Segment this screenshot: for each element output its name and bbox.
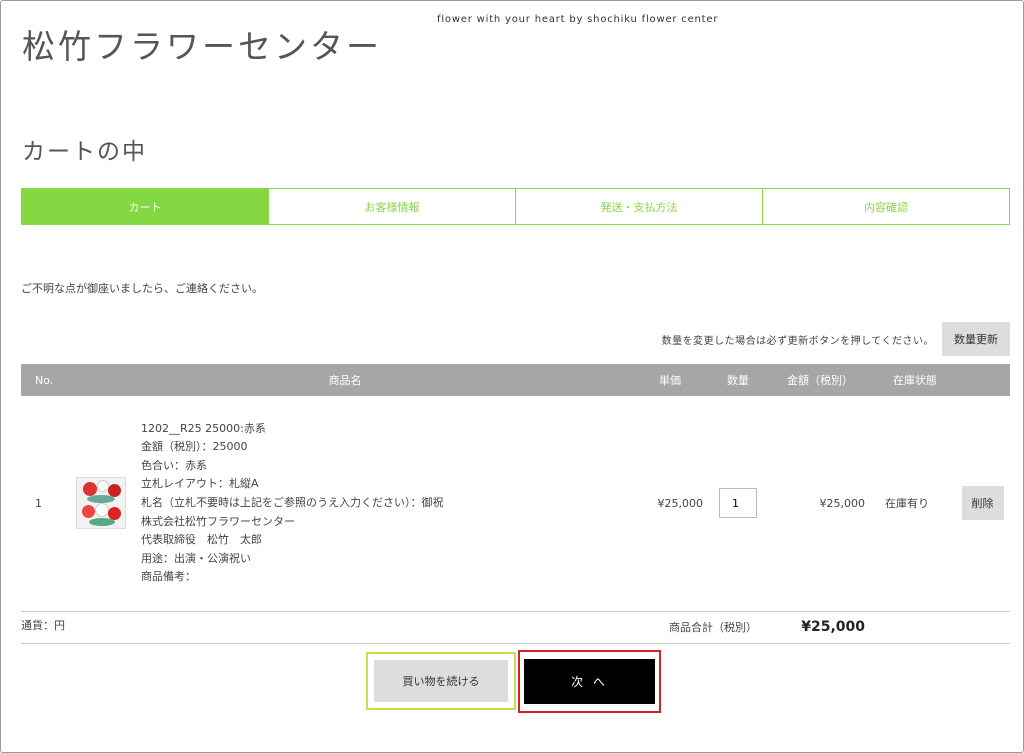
quantity-input[interactable] <box>719 488 757 519</box>
header-quantity: 数量 <box>711 364 765 396</box>
header-no: No. <box>21 364 61 396</box>
continue-highlight: 買い物を続ける <box>366 652 516 710</box>
item-option-remarks: 商品備考： <box>141 570 196 584</box>
currency-note: 通貨：円 <box>21 619 65 632</box>
step-cart: カート <box>22 189 268 224</box>
update-row: 数量を変更した場合は必ず更新ボタンを押してください。 数量更新 <box>662 322 1010 356</box>
item-option-amount: 金額（税別）：25000 <box>141 440 248 454</box>
item-product-code[interactable]: 1202__R25 25000:赤系 <box>141 420 629 439</box>
site-tagline: flower with your heart by shochiku flowe… <box>437 14 719 25</box>
subtotal-value: ¥25,000 <box>765 611 875 644</box>
item-stock-status: 在庫有り <box>875 396 955 612</box>
item-description: 1202__R25 25000:赤系 金額（税別）：25000 色合い：赤系 立… <box>141 396 629 612</box>
header-stock: 在庫状態 <box>875 364 955 396</box>
delete-button[interactable]: 削除 <box>961 486 1004 521</box>
header-unit-price: 単価 <box>629 364 711 396</box>
item-option-representative: 代表取締役 松竹 太郎 <box>141 533 262 547</box>
update-quantity-button[interactable]: 数量更新 <box>942 322 1010 356</box>
item-option-card-name: 札名（立札不要時は上記をご参照のうえ入力ください）：御祝 <box>141 495 444 509</box>
checkout-steps: カート お客様情報 発送・支払方法 内容確認 <box>21 188 1010 225</box>
item-quantity-cell <box>711 396 765 612</box>
next-highlight: 次 へ <box>518 650 661 713</box>
site-title[interactable]: 松竹フラワーセンター <box>22 20 382 68</box>
continue-shopping-button[interactable]: 買い物を続ける <box>374 660 508 702</box>
subtotal-label: 商品合計（税別） <box>21 611 765 644</box>
item-thumbnail-cell <box>61 396 141 612</box>
header-actions <box>955 364 1010 396</box>
cart-table: No. 商品名 単価 数量 金額（税別） 在庫状態 1 1202__R25 25… <box>21 364 1010 644</box>
header-product-name: 商品名 <box>61 364 629 396</box>
item-amount: ¥25,000 <box>765 396 875 612</box>
step-confirm: 内容確認 <box>762 189 1009 224</box>
item-option-purpose: 用途：出演・公演祝い <box>141 551 251 565</box>
step-customer-info: お客様情報 <box>268 189 515 224</box>
table-header-row: No. 商品名 単価 数量 金額（税別） 在庫状態 <box>21 364 1010 396</box>
flower-stand-image[interactable] <box>76 477 126 530</box>
page-title: カートの中 <box>22 139 147 165</box>
contact-notice: ご不明な点が御座いましたら、ご連絡ください。 <box>21 282 263 295</box>
table-row: 1 1202__R25 25000:赤系 金額（税別）：25000 色合い：赤系 <box>21 396 1010 612</box>
step-shipping-payment: 発送・支払方法 <box>515 189 762 224</box>
item-option-layout: 立札レイアウト：札縦A <box>141 477 259 491</box>
update-note: 数量を変更した場合は必ず更新ボタンを押してください。 <box>661 335 934 347</box>
item-option-company: 株式会社松竹フラワーセンター <box>141 514 295 528</box>
item-number: 1 <box>21 396 61 612</box>
header-amount: 金額（税別） <box>765 364 875 396</box>
next-button[interactable]: 次 へ <box>524 659 655 704</box>
item-unit-price: ¥25,000 <box>629 396 711 612</box>
item-delete-cell: 削除 <box>955 396 1010 612</box>
total-row: 商品合計（税別） ¥25,000 <box>21 611 1010 644</box>
item-option-color: 色合い：赤系 <box>141 458 207 472</box>
